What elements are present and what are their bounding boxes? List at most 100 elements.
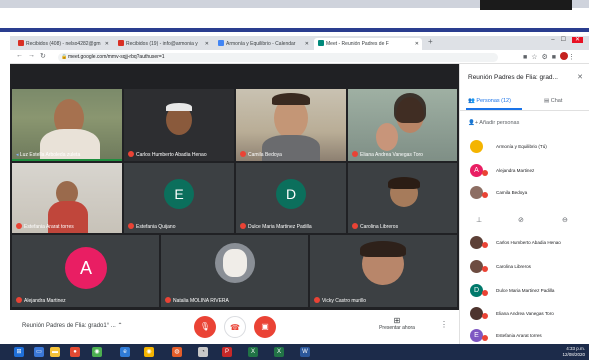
avatar: [470, 260, 483, 273]
participant-tile[interactable]: ◂ Luz Estella Arboleda zuleta: [12, 89, 122, 161]
settings-icon[interactable]: ⚙: [541, 54, 551, 61]
menu-icon[interactable]: ⋮: [568, 54, 579, 61]
excel-icon[interactable]: X: [248, 347, 258, 357]
close-icon[interactable]: ✕: [305, 38, 309, 50]
back-icon[interactable]: ←: [16, 52, 23, 59]
mic-off-icon: [482, 313, 488, 319]
chat-icon: ▤: [544, 98, 550, 104]
speaking-indicator: [12, 159, 122, 161]
pdf-icon[interactable]: P: [222, 347, 232, 357]
add-person-icon: 👤+: [468, 120, 479, 126]
tab-people[interactable]: 👥 Personas (12): [468, 98, 511, 104]
people-list-item[interactable]: Armonía y Equilibrio (Tú): [468, 140, 588, 154]
people-list-item[interactable]: Carolina Libreros: [468, 260, 588, 274]
pin-icon[interactable]: ⊥: [476, 216, 482, 224]
mute-icon[interactable]: ⊘: [518, 216, 524, 224]
tab-chat[interactable]: ▤ Chat: [544, 98, 562, 104]
chrome-icon[interactable]: ◉: [92, 347, 102, 357]
chrome-profile-icon[interactable]: ◉: [144, 347, 154, 357]
participant-tile[interactable]: Vicky Castro murillo: [310, 235, 457, 307]
participant-tile[interactable]: E Estefania Quijano: [124, 163, 234, 233]
firefox-icon[interactable]: ●: [70, 347, 80, 357]
people-list-item[interactable]: D Dulce Maria Martinez Padilla: [468, 284, 588, 298]
task-view-icon[interactable]: ▭: [34, 347, 44, 357]
avatar: [470, 236, 483, 249]
speaking-icon: ◂: [16, 152, 19, 158]
participant-tile[interactable]: Camila Bedoya: [236, 89, 346, 161]
minimize-icon[interactable]: –: [551, 37, 560, 43]
forward-icon[interactable]: →: [28, 52, 35, 59]
people-list-item[interactable]: A Alejandra Martinez: [468, 164, 588, 178]
panel-title: Reunión Padres de Flia: grad...: [468, 74, 558, 81]
more-options-icon[interactable]: ⋮: [440, 320, 448, 329]
clock-date: 12/08/2020: [562, 352, 585, 357]
camera-toggle-button[interactable]: ▣: [254, 316, 276, 338]
participant-avatar: D: [276, 179, 306, 209]
person-hair: [394, 93, 426, 123]
participant-tile[interactable]: Eliana Andrea Vanegas Toro: [348, 89, 457, 161]
gmail-icon: [18, 40, 24, 46]
browser-tabbar: Recibidos (408) - nelso4282@gm ✕ Recibido…: [10, 36, 589, 50]
end-call-button[interactable]: ☎: [224, 316, 246, 338]
mic-off-icon: [482, 192, 488, 198]
file-explorer-icon[interactable]: ▬: [50, 347, 60, 357]
new-tab-button[interactable]: +: [428, 37, 433, 46]
window-close-icon[interactable]: ✕: [571, 37, 583, 43]
participant-tile[interactable]: Carlos Humberto Abadia Henao: [124, 89, 234, 161]
app-icon[interactable]: ◍: [172, 347, 182, 357]
tile-name: Alejandra Martinez: [16, 297, 66, 304]
mic-off-icon: 🎙: [199, 322, 211, 331]
add-people-button[interactable]: 👤+ Añadir personas: [468, 120, 519, 126]
close-icon[interactable]: ✕: [105, 38, 109, 50]
mic-toggle-button[interactable]: 🎙: [194, 316, 216, 338]
lock-icon: 🔒: [61, 54, 68, 60]
participant-tile[interactable]: A Alejandra Martinez: [12, 235, 159, 307]
excel-icon[interactable]: X: [274, 347, 284, 357]
tile-name: Eliana Andrea Vanegas Toro: [352, 151, 423, 158]
people-list-item[interactable]: Camila Bedoya: [468, 186, 588, 200]
close-icon[interactable]: ✕: [577, 73, 583, 81]
camera-icon[interactable]: ■: [523, 54, 531, 61]
camera-off-icon: ▣: [261, 322, 269, 331]
participant-tile[interactable]: Carolina Libreros: [348, 163, 457, 233]
maximize-icon[interactable]: ☐: [561, 37, 572, 43]
meeting-title[interactable]: Reunión Padres de Flia: grado1° ... ⌃: [22, 322, 123, 329]
participant-avatar: A: [65, 247, 107, 289]
participant-tile[interactable]: Natalia MOLINA RIVERA: [161, 235, 308, 307]
system-tray[interactable]: 4:33 p.m. 12/08/2020: [562, 346, 585, 358]
participant-tile[interactable]: Estefania Ararat torres: [12, 163, 122, 233]
windows-start-icon[interactable]: ⊞: [14, 347, 24, 357]
mic-off-icon: [314, 297, 320, 303]
url-field[interactable]: 🔒 meet.google.com/mmv-sqjj-rbq?authuser=…: [58, 53, 498, 62]
tab-gmail-1[interactable]: Recibidos (408) - nelso4282@gm ✕: [14, 38, 112, 50]
remove-icon[interactable]: ⊖: [562, 216, 568, 224]
star-icon[interactable]: ☆: [531, 54, 541, 61]
profile-avatar[interactable]: [560, 52, 568, 60]
divider: [460, 110, 589, 111]
top-frame: [0, 0, 589, 32]
present-now-button[interactable]: ⊞ Presentar ahora: [372, 316, 422, 331]
tab-meet[interactable]: Meet - Reunión Padres de F ✕: [314, 38, 422, 50]
people-list-item[interactable]: E Estefania Ararat torres: [468, 329, 588, 343]
close-icon[interactable]: ✕: [415, 38, 419, 50]
extension-icon[interactable]: ■: [552, 54, 560, 61]
word-icon[interactable]: W: [300, 347, 310, 357]
chevron-up-icon[interactable]: ⌃: [117, 323, 122, 329]
mic-off-icon: [16, 297, 22, 303]
app-icon[interactable]: ◔: [198, 347, 208, 357]
people-list-item[interactable]: Carlos Humberto Abadia Henao: [468, 236, 588, 250]
participant-tile[interactable]: D Dulce Maria Martinez Padilla: [236, 163, 346, 233]
edge-icon[interactable]: e: [120, 347, 130, 357]
people-panel: Reunión Padres de Flia: grad... ✕ 👥 Pers…: [459, 64, 589, 344]
tab-gmail-2[interactable]: Recibidos (19) - info@armonia y ✕: [114, 38, 212, 50]
mic-off-icon: [165, 297, 171, 303]
reload-icon[interactable]: ↻: [40, 52, 46, 60]
tile-name: Carlos Humberto Abadia Henao: [128, 151, 207, 158]
close-icon[interactable]: ✕: [205, 38, 209, 50]
people-list-item[interactable]: Eliana Andrea Vanegas Toro: [468, 307, 588, 321]
address-bar: ← → ↻ 🔒 meet.google.com/mmv-sqjj-rbq?aut…: [10, 50, 589, 64]
mic-off-icon: [352, 223, 358, 229]
second-person: [376, 123, 398, 151]
mic-off-icon: [482, 335, 488, 341]
tab-calendar[interactable]: Armonía y Equilibrio - Calendar ✕: [214, 38, 312, 50]
